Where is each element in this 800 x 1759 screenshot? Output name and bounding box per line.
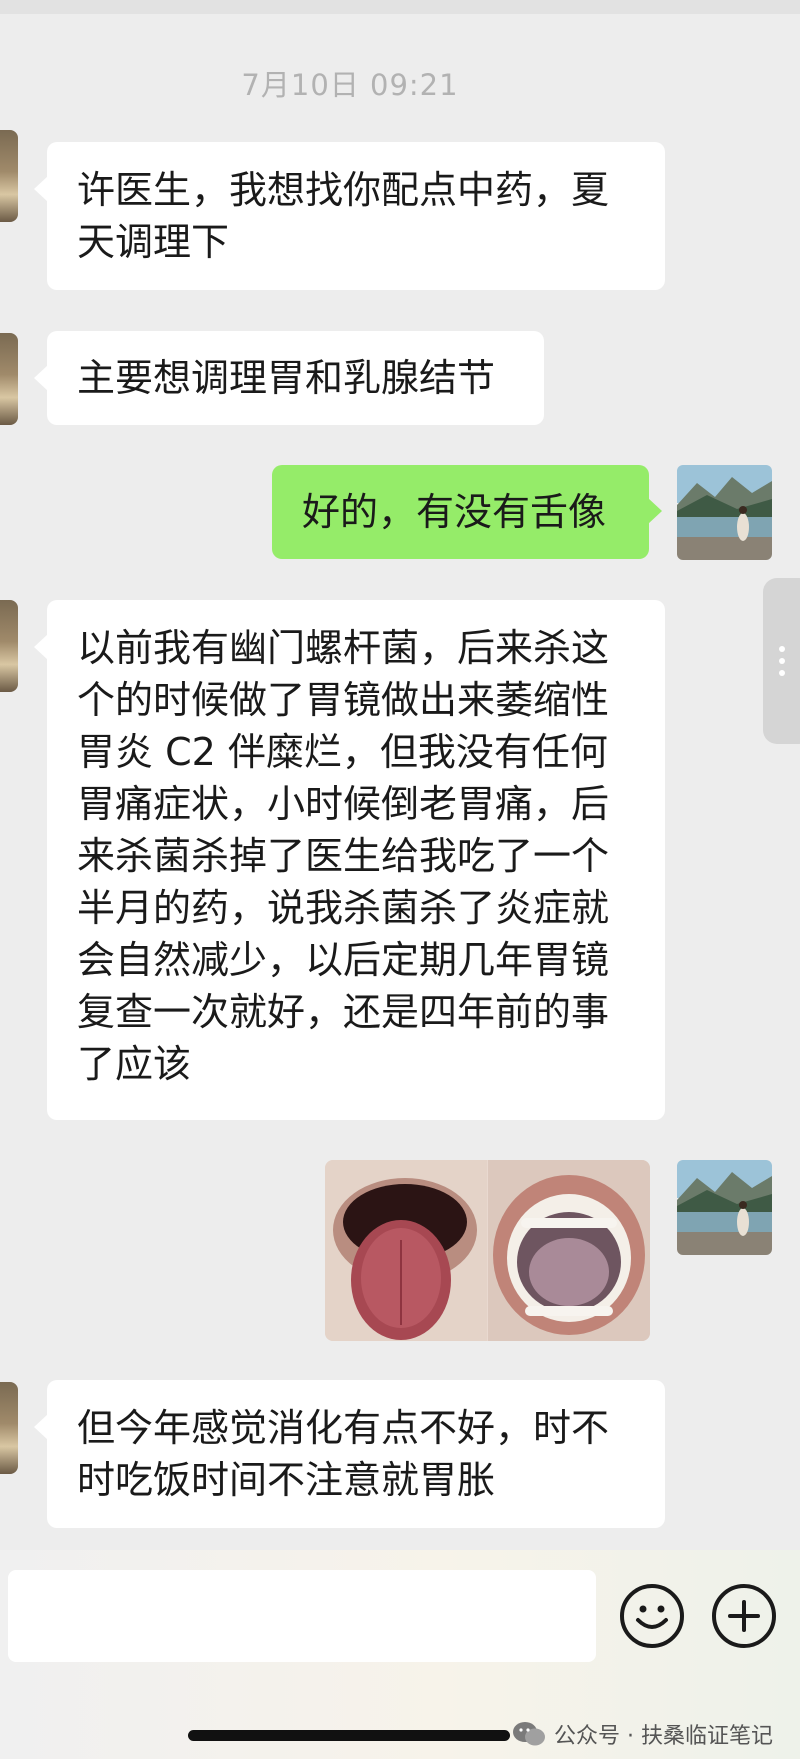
home-indicator[interactable]: [188, 1730, 510, 1741]
contact-avatar[interactable]: [0, 130, 18, 222]
tongue-photo-message[interactable]: [325, 1160, 650, 1341]
add-button[interactable]: [712, 1584, 776, 1648]
watermark-text: 公众号 · 扶桑临证笔记: [554, 1724, 773, 1749]
landscape-avatar-image: [677, 1160, 772, 1255]
message-bubble-received[interactable]: 主要想调理胃和乳腺结节: [34, 331, 544, 425]
message-line: 半月的药，说我杀菌杀了炎症就: [77, 886, 610, 930]
message-bubble-received[interactable]: 许医生，我想找你配点中药，夏 天调理下: [34, 142, 665, 290]
message-line: 时吃饭时间不注意就胃胀: [77, 1458, 496, 1502]
message-input[interactable]: [8, 1570, 596, 1662]
message-bubble-received[interactable]: 以前我有幽门螺杆菌，后来杀这 个的时候做了胃镜做出来萎缩性 胃炎 C2 伴糜烂，…: [34, 600, 665, 1120]
message-bubble-received[interactable]: 但今年感觉消化有点不好，时不 时吃饭时间不注意就胃胀: [34, 1380, 665, 1528]
contact-avatar[interactable]: [0, 600, 18, 692]
message-line: 天调理下: [77, 220, 230, 264]
message-line: 但今年感觉消化有点不好，时不: [77, 1406, 610, 1450]
emoji-button[interactable]: [620, 1584, 684, 1648]
contact-avatar[interactable]: [0, 1382, 18, 1474]
message-line: 主要想调理胃和乳腺结节: [77, 356, 496, 400]
plus-icon: [728, 1600, 760, 1632]
user-avatar[interactable]: [677, 1160, 772, 1255]
message-line: 以前我有幽门螺杆菌，后来杀这: [77, 626, 610, 670]
message-line: 会自然减少，以后定期几年胃镜: [77, 938, 610, 982]
message-timestamp: 7月10日 09:21: [241, 68, 459, 102]
message-line: 胃炎 C2 伴糜烂，但我没有任何: [77, 730, 608, 774]
official-account-watermark: 公众号 · 扶桑临证笔记: [512, 1718, 773, 1750]
message-line: 胃痛症状，小时候倒老胃痛，后: [77, 782, 610, 826]
message-line: 来杀菌杀掉了医生给我吃了一个: [77, 834, 610, 878]
message-line: 复查一次就好，还是四年前的事: [77, 990, 610, 1034]
message-bubble-sent[interactable]: 好的，有没有舌像: [272, 465, 662, 559]
message-line: 许医生，我想找你配点中药，夏: [77, 168, 610, 212]
message-line: 好的，有没有舌像: [302, 490, 607, 534]
contact-avatar[interactable]: [0, 333, 18, 425]
message-line: 了应该: [77, 1042, 192, 1086]
top-edge: [0, 0, 800, 14]
emoji-icon: [636, 1605, 668, 1629]
wechat-logo-icon: [513, 1722, 545, 1746]
tongue-photos-image: [325, 1160, 650, 1341]
user-avatar[interactable]: [677, 465, 772, 560]
message-line: 个的时候做了胃镜做出来萎缩性: [77, 678, 610, 722]
landscape-avatar-image: [677, 465, 772, 560]
side-drag-handle[interactable]: [763, 578, 800, 744]
